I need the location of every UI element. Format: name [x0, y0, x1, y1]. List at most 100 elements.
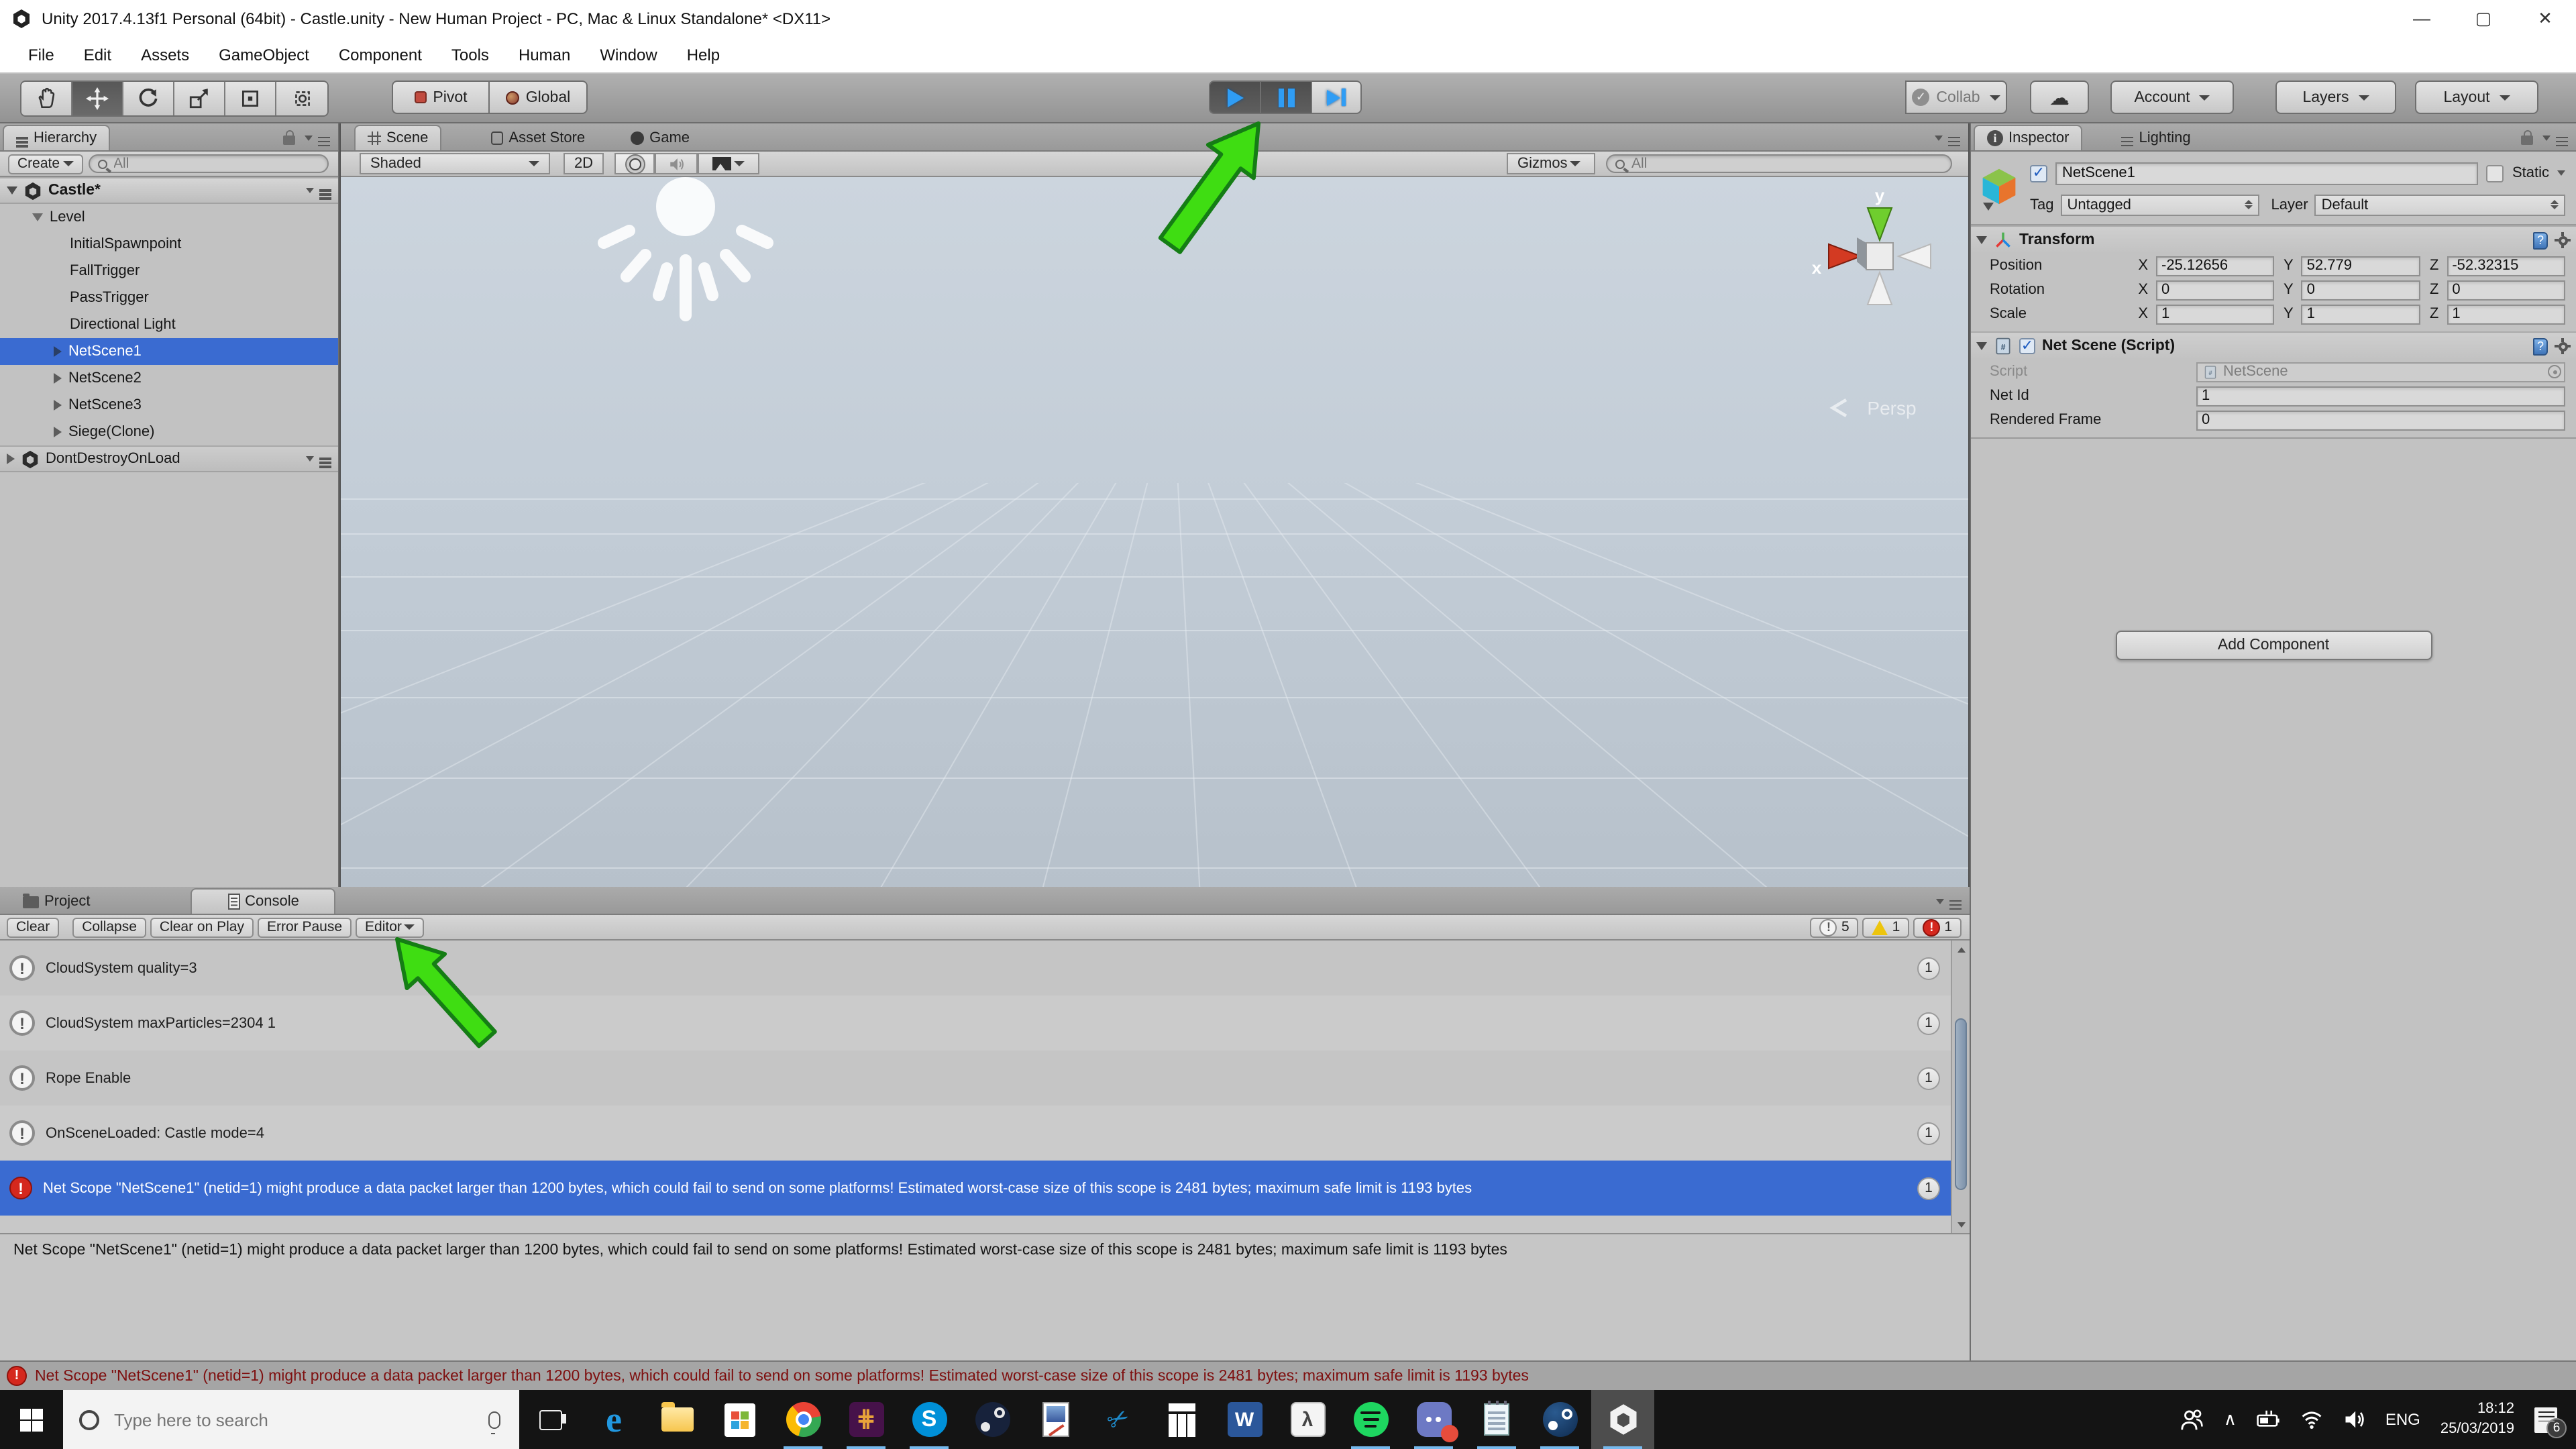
taskbar-slack[interactable]: ⋕ — [835, 1390, 898, 1449]
taskbar-word[interactable]: W — [1213, 1390, 1276, 1449]
scene-search[interactable] — [1606, 154, 1952, 173]
foldout-down-icon[interactable] — [32, 213, 43, 221]
cloud-button[interactable]: ☁ — [2030, 80, 2089, 114]
position-x-field[interactable] — [2156, 256, 2275, 276]
taskbar-snipping-tool[interactable]: ✂ — [1087, 1390, 1150, 1449]
foldout-down-icon[interactable] — [1976, 342, 1987, 350]
taskbar-search-input[interactable] — [111, 1408, 476, 1431]
taskbar-chrome[interactable] — [771, 1390, 835, 1449]
tab-hierarchy[interactable]: Hierarchy — [3, 125, 110, 150]
position-z-field[interactable] — [2447, 256, 2565, 276]
tray-battery[interactable] — [2246, 1390, 2290, 1449]
hierarchy-item-netscene3[interactable]: NetScene3 — [0, 392, 338, 419]
transform-header[interactable]: Transform — [1971, 225, 2576, 254]
hierarchy-item-netscene1[interactable]: NetScene1 — [0, 338, 338, 365]
scale-tool-button[interactable] — [174, 82, 225, 115]
tag-dropdown[interactable]: Untagged — [2061, 194, 2259, 215]
object-picker-icon[interactable] — [2548, 365, 2561, 378]
gizmo-x-label[interactable]: x — [1812, 258, 1822, 278]
taskbar-notepad[interactable] — [1465, 1390, 1528, 1449]
collapse-button[interactable]: Collapse — [72, 917, 146, 937]
menu-assets[interactable]: Assets — [126, 36, 204, 72]
taskbar-discord[interactable] — [1402, 1390, 1465, 1449]
console-row[interactable]: OnSceneLoaded: Castle mode=4 1 — [0, 1106, 1970, 1161]
menu-component[interactable]: Component — [324, 36, 437, 72]
foldout-right-icon[interactable] — [54, 400, 62, 411]
taskbar-spreadsheet[interactable] — [1150, 1390, 1213, 1449]
hierarchy-item-initialspawnpoint[interactable]: InitialSpawnpoint — [0, 231, 338, 258]
tray-language[interactable]: ENG — [2376, 1390, 2430, 1449]
menu-human[interactable]: Human — [504, 36, 585, 72]
clear-on-play-button[interactable]: Clear on Play — [150, 917, 254, 937]
lock-icon[interactable] — [2521, 136, 2533, 145]
tray-people[interactable] — [2170, 1390, 2214, 1449]
scene-search-input[interactable] — [1629, 154, 1943, 173]
netscene-header[interactable]: ✓ Net Scene (Script) — [1971, 331, 2576, 360]
tray-show-hidden-icons[interactable]: ∧ — [2214, 1390, 2246, 1449]
scene-header-dontdestroyonload[interactable]: DontDestroyOnLoad — [0, 445, 338, 472]
taskbar-store[interactable] — [708, 1390, 771, 1449]
console-row[interactable]: CloudSystem quality=3 1 — [0, 941, 1970, 996]
taskbar-edge[interactable]: e — [582, 1390, 645, 1449]
static-checkbox[interactable]: ✓ — [2487, 164, 2504, 182]
scene-audio-toggle[interactable] — [655, 153, 698, 174]
error-pause-button[interactable]: Error Pause — [258, 917, 352, 937]
foldout-down-icon[interactable] — [1976, 236, 1987, 244]
taskbar-paint[interactable] — [1024, 1390, 1087, 1449]
active-checkbox[interactable]: ✓ — [2030, 164, 2047, 182]
tab-inspector[interactable]: Inspector — [1974, 125, 2083, 150]
info-count-toggle[interactable]: 5 — [1811, 917, 1859, 937]
clear-button[interactable]: Clear — [7, 917, 59, 937]
component-enabled-checkbox[interactable]: ✓ — [2019, 338, 2035, 354]
hierarchy-item-passtrigger[interactable]: PassTrigger — [0, 284, 338, 311]
hierarchy-item-directional-light[interactable]: Directional Light — [0, 311, 338, 338]
taskbar-spotify[interactable] — [1339, 1390, 1402, 1449]
hand-tool-button[interactable] — [21, 82, 72, 115]
tray-wifi[interactable] — [2290, 1390, 2333, 1449]
minimize-button[interactable]: — — [2391, 0, 2453, 36]
hierarchy-item-netscene2[interactable]: NetScene2 — [0, 365, 338, 392]
tab-scene[interactable]: Scene — [354, 125, 441, 150]
collab-button[interactable]: ✓ Collab — [1905, 80, 2007, 114]
help-icon[interactable] — [2533, 337, 2548, 355]
taskbar-skype[interactable]: S — [898, 1390, 961, 1449]
shading-mode-dropdown[interactable]: Shaded — [360, 153, 550, 174]
scale-z-field[interactable] — [2447, 304, 2565, 324]
scene-lighting-toggle[interactable] — [614, 153, 655, 174]
foldout-down-icon[interactable] — [7, 186, 17, 195]
menu-edit[interactable]: Edit — [69, 36, 126, 72]
tray-clock[interactable]: 18:12 25/03/2019 — [2430, 1390, 2525, 1449]
scene-menu-icon[interactable] — [306, 456, 338, 462]
status-bar[interactable]: Net Scope "NetScene1" (netid=1) might pr… — [0, 1360, 2576, 1390]
taskbar-lambda-app[interactable]: λ — [1276, 1390, 1339, 1449]
taskbar-steam[interactable] — [961, 1390, 1024, 1449]
rotate-tool-button[interactable] — [123, 82, 174, 115]
tray-action-center[interactable]: 6 — [2525, 1390, 2576, 1449]
rendered-frame-field[interactable] — [2196, 410, 2565, 430]
error-count-toggle[interactable]: 1 — [1913, 917, 1962, 937]
layout-dropdown[interactable]: Layout — [2415, 80, 2538, 114]
script-object-field[interactable]: NetScene — [2196, 362, 2565, 382]
play-button[interactable] — [1209, 80, 1260, 114]
close-button[interactable]: ✕ — [2514, 0, 2576, 36]
editor-dropdown[interactable]: Editor — [356, 917, 425, 937]
foldout-right-icon[interactable] — [54, 427, 62, 437]
tab-asset-store[interactable]: Asset Store — [479, 125, 597, 150]
hierarchy-search-input[interactable] — [111, 154, 319, 173]
menu-help[interactable]: Help — [672, 36, 735, 72]
taskbar-file-explorer[interactable] — [645, 1390, 708, 1449]
gear-icon[interactable] — [2555, 232, 2571, 248]
scroll-down-icon[interactable] — [1952, 1216, 1971, 1233]
help-icon[interactable] — [2533, 231, 2548, 249]
create-button[interactable]: Create — [8, 154, 83, 174]
task-view-button[interactable] — [519, 1390, 582, 1449]
scroll-up-icon[interactable] — [1952, 941, 1971, 958]
gear-icon[interactable] — [2555, 338, 2571, 354]
tab-project[interactable]: Project — [11, 888, 103, 914]
layers-dropdown[interactable]: Layers — [2275, 80, 2396, 114]
object-name-field[interactable] — [2055, 162, 2479, 184]
scene-viewport[interactable]: y x Persp — [341, 177, 1968, 887]
gizmo-y-label[interactable]: y — [1875, 185, 1885, 205]
static-dropdown-icon[interactable] — [2557, 170, 2565, 176]
position-y-field[interactable] — [2302, 256, 2420, 276]
